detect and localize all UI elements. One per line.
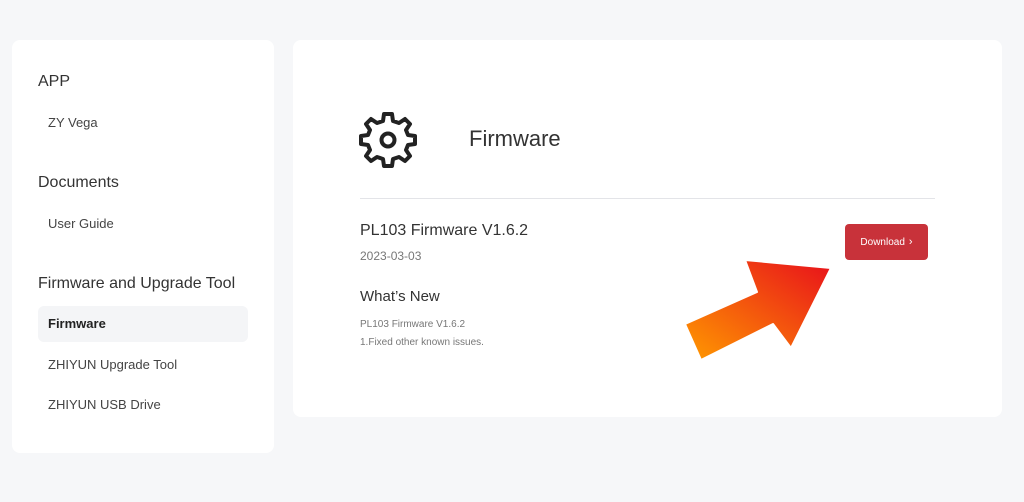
sidebar-item-zy-vega[interactable]: ZY Vega — [38, 105, 248, 141]
page-title: Firmware — [469, 126, 561, 151]
sidebar-item-zhiyun-usb-drive[interactable]: ZHIYUN USB Drive — [38, 387, 248, 423]
download-button-label: Download — [860, 237, 905, 248]
divider — [360, 198, 935, 199]
sidebar-section-title-app: APP — [38, 73, 71, 90]
sidebar: APP ZY Vega Documents User Guide Firmwar… — [12, 40, 274, 453]
sidebar-section-title-documents: Documents — [38, 174, 119, 191]
sidebar-item-user-guide[interactable]: User Guide — [38, 206, 248, 242]
gear-icon — [359, 112, 417, 168]
whats-new-heading: What’s New — [360, 288, 440, 305]
firmware-date: 2023-03-03 — [360, 249, 422, 263]
sidebar-item-zhiyun-upgrade-tool[interactable]: ZHIYUN Upgrade Tool — [38, 347, 248, 383]
firmware-name: PL103 Firmware V1.6.2 — [360, 222, 529, 239]
download-button[interactable]: Download › — [845, 224, 928, 260]
firmware-panel: Firmware PL103 Firmware V1.6.2 2023-03-0… — [293, 40, 1002, 417]
release-note-line: 1.Fixed other known issues. — [360, 337, 484, 348]
annotation-arrow-icon — [684, 259, 832, 361]
sidebar-section-title-firmware-tools: Firmware and Upgrade Tool — [38, 275, 236, 292]
chevron-right-icon: › — [908, 236, 913, 248]
release-note-line: PL103 Firmware V1.6.2 — [360, 319, 466, 330]
sidebar-item-firmware[interactable]: Firmware — [38, 306, 248, 342]
